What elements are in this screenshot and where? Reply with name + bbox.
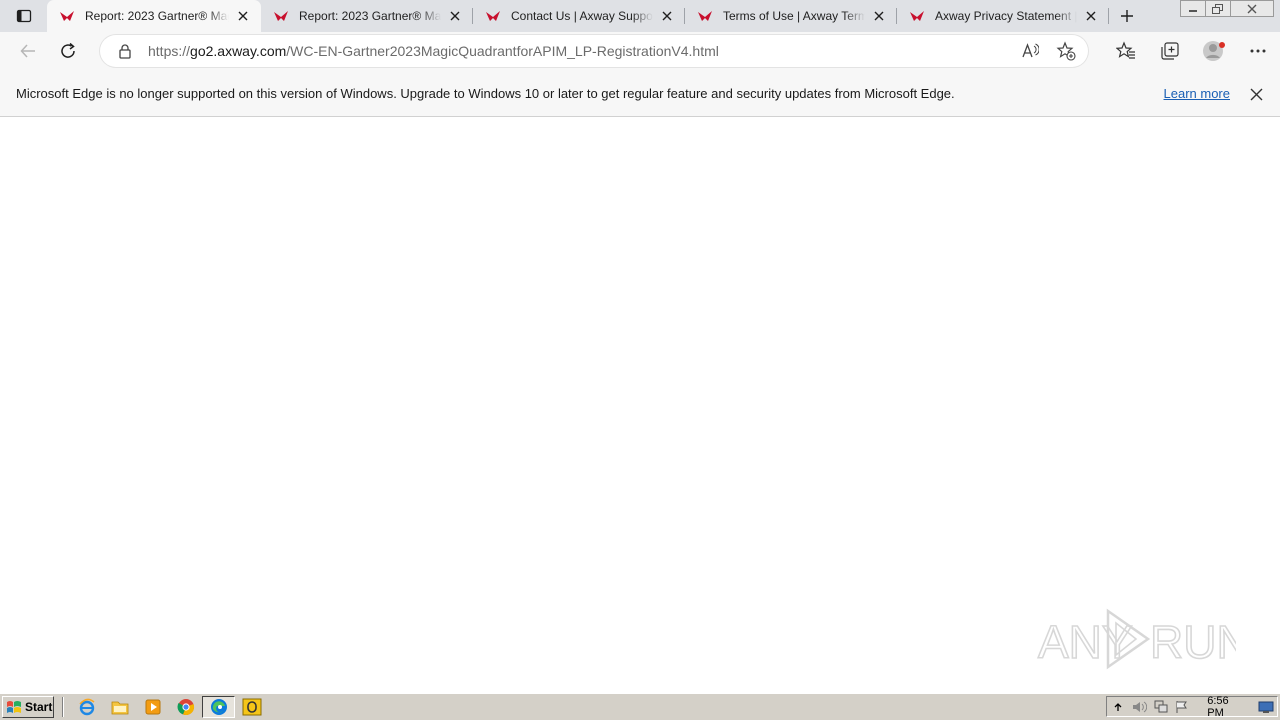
refresh-button[interactable] xyxy=(48,34,88,68)
app-launcher[interactable] xyxy=(235,696,268,718)
tab-1[interactable]: Report: 2023 Gartner® Magic Quadrant xyxy=(261,0,473,32)
learn-more-link[interactable]: Learn more xyxy=(1164,86,1230,101)
minimize-button[interactable] xyxy=(1180,0,1206,17)
windows-flag-icon xyxy=(7,701,21,713)
system-tray: 6:56 PM xyxy=(1106,695,1278,719)
favorites-button[interactable] xyxy=(1104,34,1148,68)
app-icon xyxy=(242,698,261,716)
folder-icon xyxy=(111,701,128,715)
infobar-message: Microsoft Edge is no longer supported on… xyxy=(16,85,955,101)
chrome-launcher[interactable] xyxy=(169,696,202,718)
restore-icon xyxy=(1212,3,1223,14)
action-center-button[interactable] xyxy=(1172,698,1194,716)
tab-close-button[interactable] xyxy=(447,8,463,24)
close-icon xyxy=(662,11,672,21)
minimize-icon xyxy=(1189,9,1197,12)
close-icon xyxy=(450,11,460,21)
clock[interactable]: 6:56 PM xyxy=(1207,695,1247,719)
more-icon xyxy=(1250,49,1266,53)
taskbar: Start 6:56 PM xyxy=(0,693,1280,720)
close-icon xyxy=(238,11,248,21)
network-button[interactable] xyxy=(1150,698,1172,716)
add-favorite-button[interactable] xyxy=(1056,41,1076,61)
unsupported-os-infobar: Microsoft Edge is no longer supported on… xyxy=(0,70,1280,117)
back-icon xyxy=(20,44,35,58)
infobar-close-button[interactable] xyxy=(1246,84,1266,104)
close-icon xyxy=(874,11,884,21)
show-hidden-icons-button[interactable] xyxy=(1107,698,1129,716)
network-icon xyxy=(1154,700,1168,712)
refresh-icon xyxy=(61,42,75,58)
tab-strip: Report: 2023 Gartner® Magic Quadrant Rep… xyxy=(0,0,1280,32)
ie-icon xyxy=(78,698,94,716)
media-player-launcher[interactable] xyxy=(136,696,169,718)
start-button[interactable]: Start xyxy=(2,696,54,718)
tab-title: Terms of Use | Axway Terms xyxy=(723,9,865,23)
volume-button[interactable] xyxy=(1129,698,1151,716)
tab-actions-icon xyxy=(16,9,31,23)
watermark-right: RUN xyxy=(1150,616,1236,668)
restore-button[interactable] xyxy=(1205,0,1231,17)
collections-icon xyxy=(1161,42,1179,60)
url-text[interactable]: https://go2.axway.com/WC-EN-Gartner2023M… xyxy=(148,43,719,59)
tab-close-button[interactable] xyxy=(871,8,887,24)
edge-launcher[interactable] xyxy=(202,696,235,718)
close-icon xyxy=(1086,11,1096,21)
more-button[interactable] xyxy=(1236,34,1280,68)
ie-launcher[interactable] xyxy=(70,696,103,718)
tab-title: Contact Us | Axway Support xyxy=(511,9,653,23)
close-icon xyxy=(1250,88,1262,100)
chrome-icon xyxy=(177,699,194,716)
tab-title: Axway Privacy Statement | Privacy xyxy=(935,9,1077,23)
address-bar[interactable]: https://go2.axway.com/WC-EN-Gartner2023M… xyxy=(100,35,1088,67)
url-path: /WC-EN-Gartner2023MagicQuadrantforAPIM_L… xyxy=(286,43,719,59)
tab-4[interactable]: Axway Privacy Statement | Privacy xyxy=(897,0,1109,32)
tab-0[interactable]: Report: 2023 Gartner® Magic Quadrant xyxy=(47,0,261,32)
close-icon xyxy=(1247,4,1257,13)
read-aloud-icon xyxy=(1022,43,1039,58)
new-tab-button[interactable] xyxy=(1109,0,1145,32)
toolbar: https://go2.axway.com/WC-EN-Gartner2023M… xyxy=(0,32,1280,70)
axway-favicon xyxy=(910,11,924,21)
read-aloud-button[interactable] xyxy=(1020,41,1040,61)
plus-icon xyxy=(1121,10,1133,22)
tab-title: Report: 2023 Gartner® Magic Quadrant xyxy=(299,9,441,23)
desktop-icon xyxy=(1258,701,1274,713)
axway-favicon xyxy=(60,11,74,21)
edge-icon xyxy=(210,699,227,715)
tab-close-button[interactable] xyxy=(1083,8,1099,24)
lock-icon[interactable] xyxy=(117,43,133,59)
chevron-up-icon xyxy=(1114,702,1122,711)
start-label: Start xyxy=(25,700,53,714)
explorer-launcher[interactable] xyxy=(103,696,136,718)
tab-title: Report: 2023 Gartner® Magic Quadrant xyxy=(85,9,229,23)
anyrun-watermark: ANY RUN xyxy=(1037,608,1236,670)
tab-close-button[interactable] xyxy=(235,8,251,24)
favorites-icon xyxy=(1116,41,1135,59)
taskbar-separator xyxy=(62,697,64,717)
close-window-button[interactable] xyxy=(1230,0,1274,17)
collections-button[interactable] xyxy=(1148,34,1192,68)
axway-favicon xyxy=(274,11,288,21)
tab-actions-button[interactable] xyxy=(0,0,47,32)
show-desktop-button[interactable] xyxy=(1255,698,1277,716)
flag-icon xyxy=(1176,700,1188,713)
window-controls xyxy=(1180,0,1274,17)
speaker-icon xyxy=(1133,701,1148,712)
profile-icon xyxy=(1203,41,1225,61)
tab-3[interactable]: Terms of Use | Axway Terms xyxy=(685,0,897,32)
axway-favicon xyxy=(698,11,712,21)
tab-2[interactable]: Contact Us | Axway Support xyxy=(473,0,685,32)
back-button[interactable] xyxy=(8,34,48,68)
media-player-icon xyxy=(145,699,160,715)
url-scheme: https:// xyxy=(148,43,191,59)
axway-favicon xyxy=(486,11,500,21)
profile-button[interactable] xyxy=(1192,34,1236,68)
add-favorite-icon xyxy=(1056,41,1076,61)
url-host: go2.axway.com xyxy=(190,43,287,59)
tab-close-button[interactable] xyxy=(659,8,675,24)
